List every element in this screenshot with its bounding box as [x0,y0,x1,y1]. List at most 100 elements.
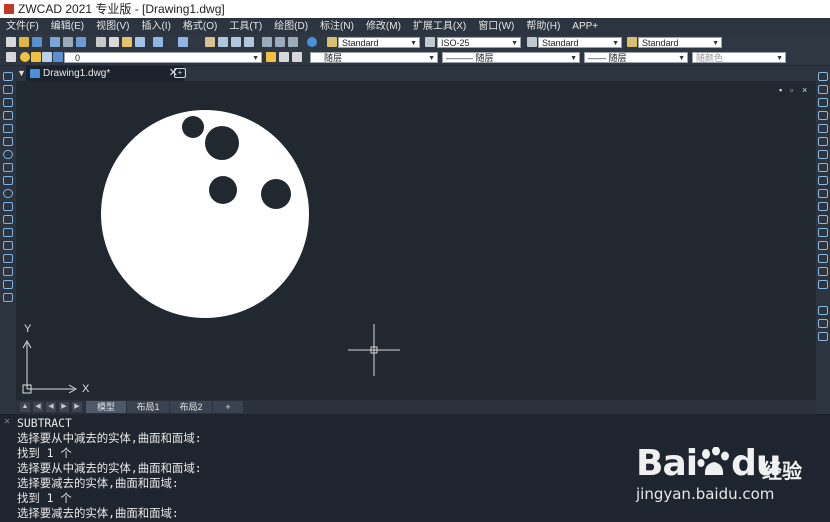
match-properties-icon[interactable] [135,37,145,47]
color-select[interactable]: 随层 ▼ [310,52,438,63]
lengthen-icon[interactable] [818,280,828,289]
menu-draw[interactable]: 绘图(D) [268,18,314,35]
next-layout-icon[interactable]: ▶ [59,402,69,412]
tab-model[interactable]: 模型 [86,401,126,413]
properties-icon[interactable] [262,37,272,47]
previous-layout-first-icon[interactable]: ◀ [33,402,43,412]
open-icon[interactable] [19,37,29,47]
arc-icon[interactable] [3,137,13,146]
subtract-icon[interactable] [818,319,828,328]
tab-layout1[interactable]: 布局1 [127,401,169,413]
menu-help[interactable]: 帮助(H) [520,18,566,35]
copy-object-icon[interactable] [818,85,828,94]
publish-icon[interactable] [76,37,86,47]
circle-icon[interactable] [3,150,13,159]
intersect-icon[interactable] [818,332,828,341]
redo-icon[interactable] [178,37,188,47]
previous-layout-icon[interactable]: ◀ [46,402,56,412]
extend-icon[interactable] [818,202,828,211]
rectangle-icon[interactable] [3,124,13,133]
erase-icon[interactable] [818,72,828,81]
offset-icon[interactable] [818,111,828,120]
watermark-brand: Bai du [636,443,781,484]
revision-cloud-icon[interactable] [3,163,13,172]
layer-states-icon[interactable] [292,52,302,62]
help-icon[interactable] [307,37,317,47]
tab-menu-icon[interactable]: ▼ [17,68,26,78]
save-icon[interactable] [32,37,42,47]
menu-edit[interactable]: 编辑(E) [45,18,90,35]
menu-format[interactable]: 格式(O) [177,18,223,35]
menu-tools[interactable]: 工具(T) [223,18,268,35]
layer-previous-icon[interactable] [279,52,289,62]
tab-drawing1[interactable]: Drawing1.dwg* ✕ [26,66,184,81]
text-style-select[interactable]: Standard ▼ [338,37,420,48]
new-icon[interactable] [6,37,16,47]
ellipse-arc-icon[interactable] [3,202,13,211]
hatch-icon[interactable] [3,254,13,263]
chamfer-icon[interactable] [818,241,828,250]
explode-icon[interactable] [818,267,828,276]
polyline-icon[interactable] [3,98,13,107]
close-command-line-icon[interactable]: ✕ [4,417,10,427]
gradient-icon[interactable] [3,267,13,276]
rotate-icon[interactable] [818,150,828,159]
subtracted-region[interactable] [101,110,309,318]
last-layout-icon[interactable]: ▶ [72,402,82,412]
trim-icon[interactable] [818,189,828,198]
make-block-icon[interactable] [3,228,13,237]
menu-window[interactable]: 窗口(W) [472,18,520,35]
menu-insert[interactable]: 插入(I) [135,18,176,35]
move-icon[interactable] [818,137,828,146]
cut-icon[interactable] [96,37,106,47]
copy-icon[interactable] [109,37,119,47]
print-icon[interactable] [50,37,60,47]
menu-view[interactable]: 视图(V) [90,18,135,35]
menu-file[interactable]: 文件(F) [0,18,45,35]
ellipse-icon[interactable] [3,189,13,198]
table-icon[interactable] [3,293,13,302]
linetype-select[interactable]: ——— 随层 ▼ [442,52,580,63]
zoom-previous-icon[interactable] [244,37,254,47]
polygon-icon[interactable] [3,111,13,120]
scale-icon[interactable] [818,163,828,172]
union-icon[interactable] [818,306,828,315]
line-icon[interactable] [3,72,13,81]
multileader-style-select[interactable]: Standard ▼ [638,37,722,48]
tool-palette-icon[interactable] [288,37,298,47]
insert-block-icon[interactable] [3,215,13,224]
fillet-icon[interactable] [818,254,828,263]
tab-layout2[interactable]: 布局2 [170,401,212,413]
layer-select[interactable]: 0 ▼ [64,52,262,63]
new-tab-button[interactable]: + [174,68,186,78]
break-icon[interactable] [818,215,828,224]
make-current-icon[interactable] [266,52,276,62]
layer-manager-icon[interactable] [6,52,16,62]
spline-icon[interactable] [3,176,13,185]
menu-modify[interactable]: 修改(M) [360,18,407,35]
construction-line-icon[interactable] [3,85,13,94]
pan-icon[interactable] [205,37,215,47]
point-icon[interactable] [3,241,13,250]
plotstyle-select[interactable]: 随颜色 ▼ [692,52,786,63]
stretch-icon[interactable] [818,176,828,185]
zoom-realtime-icon[interactable] [218,37,228,47]
array-icon[interactable] [818,124,828,133]
zoom-window-icon[interactable] [231,37,241,47]
region-icon[interactable] [3,280,13,289]
drawing-canvas[interactable]: ▪ ▫ × Y X [16,81,816,400]
lineweight-select[interactable]: —— 随层 ▼ [584,52,688,63]
table-style-select[interactable]: Standard ▼ [538,37,622,48]
dim-style-select[interactable]: ISO-25 ▼ [437,37,521,48]
paste-icon[interactable] [122,37,132,47]
menu-app-plus[interactable]: APP+ [566,18,604,35]
preview-icon[interactable] [63,37,73,47]
add-layout-button[interactable]: + [213,401,243,413]
design-center-icon[interactable] [275,37,285,47]
menu-extensions[interactable]: 扩展工具(X) [407,18,472,35]
mirror-icon[interactable] [818,98,828,107]
menu-dimension[interactable]: 标注(N) [314,18,360,35]
undo-icon[interactable] [153,37,163,47]
join-icon[interactable] [818,228,828,237]
first-layout-icon[interactable]: ▲ [20,402,30,412]
